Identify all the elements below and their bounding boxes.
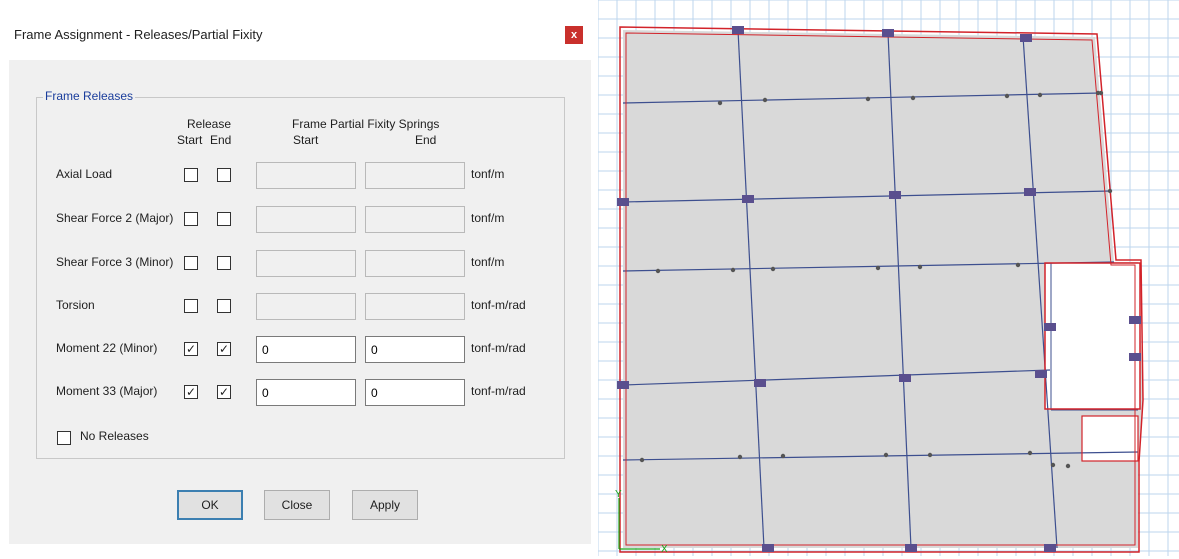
joint-dot (717, 100, 723, 106)
column-marker (882, 29, 894, 37)
spring-shear2-end-input[interactable] (365, 206, 465, 233)
checkbox-axial-end[interactable] (217, 168, 231, 182)
joint-dot (730, 267, 736, 273)
close-button[interactable]: Close (264, 490, 330, 520)
dialog-titlebar[interactable]: Frame Assignment - Releases/Partial Fixi… (0, 0, 596, 60)
column-marker (742, 195, 754, 203)
checkbox-shear3-end[interactable] (217, 256, 231, 270)
plan-view-drawing: Y X (597, 0, 1179, 556)
joint-dot (737, 454, 743, 460)
unit-axial: tonf/m (471, 167, 505, 181)
row-label-axial-load: Axial Load (56, 167, 113, 181)
checkbox-m33-end[interactable]: ✓ (217, 385, 231, 399)
joint-dot (762, 97, 768, 103)
checkbox-shear3-start[interactable] (184, 256, 198, 270)
column-marker (899, 374, 911, 382)
joint-dot (927, 452, 933, 458)
spring-shear3-start-input[interactable] (256, 250, 356, 277)
checkbox-m22-end[interactable]: ✓ (217, 342, 231, 356)
close-icon[interactable]: x (565, 26, 583, 44)
unit-torsion: tonf-m/rad (471, 298, 526, 312)
joint-dot (1107, 188, 1113, 194)
joint-dot (1015, 262, 1021, 268)
joint-dot (1027, 450, 1033, 456)
dialog-title: Frame Assignment - Releases/Partial Fixi… (14, 27, 263, 42)
header-springs: Frame Partial Fixity Springs (292, 117, 440, 131)
row-label-shear-3: Shear Force 3 (Minor) (56, 255, 174, 269)
checkbox-m33-start[interactable]: ✓ (184, 385, 198, 399)
column-marker (762, 544, 774, 552)
joint-dot (865, 96, 871, 102)
joint-dot (883, 452, 889, 458)
axis-x-label: X (661, 544, 668, 555)
joint-dot (770, 266, 776, 272)
checkbox-m22-start[interactable]: ✓ (184, 342, 198, 356)
apply-button[interactable]: Apply (352, 490, 418, 520)
column-marker (1129, 316, 1141, 324)
column-marker (1044, 323, 1056, 331)
row-label-moment-22: Moment 22 (Minor) (56, 341, 158, 355)
frame-releases-dialog: Frame Assignment - Releases/Partial Fixi… (0, 0, 596, 556)
header-release: Release (187, 117, 232, 131)
joint-dot (1037, 92, 1043, 98)
unit-m33: tonf-m/rad (471, 384, 526, 398)
unit-shear3: tonf/m (471, 255, 505, 269)
header-spring-start: Start (293, 133, 319, 147)
joint-dot (639, 457, 645, 463)
column-marker (617, 198, 629, 206)
checkbox-torsion-end[interactable] (217, 299, 231, 313)
spring-torsion-end-input[interactable] (365, 293, 465, 320)
column-marker (889, 191, 901, 199)
spring-axial-end-input[interactable] (365, 162, 465, 189)
joint-dot (917, 264, 923, 270)
column-marker (732, 26, 744, 34)
spring-torsion-start-input[interactable] (256, 293, 356, 320)
spring-m22-end-input[interactable] (365, 336, 465, 363)
checkbox-shear2-start[interactable] (184, 212, 198, 226)
column-marker (1129, 353, 1141, 361)
row-label-shear-2: Shear Force 2 (Major) (56, 211, 174, 225)
unit-shear2: tonf/m (471, 211, 505, 225)
joint-dot (910, 95, 916, 101)
axis-y-label: Y (615, 489, 622, 500)
spring-shear3-end-input[interactable] (365, 250, 465, 277)
joint-dot (655, 268, 661, 274)
row-label-torsion: Torsion (56, 298, 95, 312)
joint-dot (780, 453, 786, 459)
slab-opening-upper (1045, 263, 1140, 409)
unit-m22: tonf-m/rad (471, 341, 526, 355)
column-marker (1020, 34, 1032, 42)
header-release-end: End (210, 133, 232, 147)
column-marker (754, 379, 766, 387)
no-releases-label: No Releases (80, 429, 149, 443)
spring-m33-start-input[interactable] (256, 379, 356, 406)
header-spring-end: End (415, 133, 437, 147)
spring-shear2-start-input[interactable] (256, 206, 356, 233)
joint-dot (1050, 462, 1056, 468)
header-release-start: Start (177, 133, 203, 147)
joint-dot (875, 265, 881, 271)
row-label-moment-33: Moment 33 (Major) (56, 384, 158, 398)
column-marker (617, 381, 629, 389)
column-marker (905, 544, 917, 552)
dialog-client-area: Frame Releases Release Start End Frame P… (9, 60, 591, 544)
spring-m33-end-input[interactable] (365, 379, 465, 406)
column-marker (1035, 370, 1047, 378)
joint-dot (1095, 90, 1101, 96)
column-marker (1044, 544, 1056, 552)
ok-button[interactable]: OK (177, 490, 243, 520)
checkbox-axial-start[interactable] (184, 168, 198, 182)
checkbox-torsion-start[interactable] (184, 299, 198, 313)
group-label: Frame Releases (43, 89, 136, 103)
plan-view-canvas[interactable]: Y X (597, 0, 1179, 556)
checkbox-shear2-end[interactable] (217, 212, 231, 226)
frame-releases-group: Frame Releases Release Start End Frame P… (36, 89, 565, 459)
joint-dot (1004, 93, 1010, 99)
slab-opening-lower (1082, 416, 1138, 461)
joint-dot (1065, 463, 1071, 469)
no-releases-checkbox[interactable] (57, 431, 71, 445)
column-marker (1024, 188, 1036, 196)
spring-m22-start-input[interactable] (256, 336, 356, 363)
spring-axial-start-input[interactable] (256, 162, 356, 189)
